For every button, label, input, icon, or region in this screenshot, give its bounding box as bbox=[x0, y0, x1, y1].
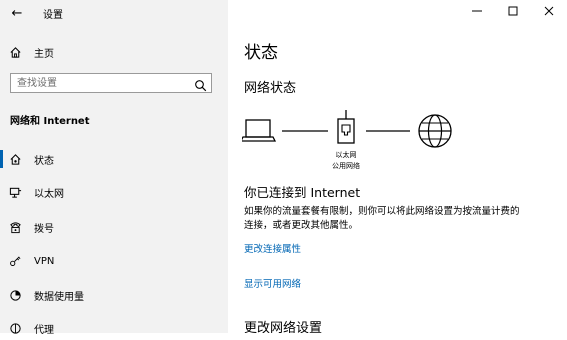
sidebar-item-label: 以太网 bbox=[34, 188, 64, 200]
connection-status-title: 你已连接到 Internet bbox=[244, 185, 361, 200]
home-network-icon bbox=[8, 152, 22, 166]
search-input[interactable] bbox=[17, 76, 187, 90]
network-diagram: 以太网 公用网络 bbox=[239, 110, 482, 180]
arrow-left-icon: ← bbox=[11, 5, 23, 21]
ethernet-adapter-icon bbox=[337, 110, 355, 144]
sidebar-item-home[interactable]: 主页 bbox=[0, 40, 228, 64]
sidebar-item-ethernet[interactable]: 以太网 bbox=[0, 180, 228, 204]
ethernet-icon bbox=[8, 185, 22, 199]
dialup-icon bbox=[8, 220, 22, 234]
description-line: 如果你的流量套餐有限制，则你可以将此网络设置为按流量计费的 bbox=[244, 206, 520, 217]
close-icon bbox=[544, 6, 554, 16]
maximize-button[interactable] bbox=[495, 0, 531, 22]
connection-description: 如果你的流量套餐有限制，则你可以将此网络设置为按流量计费的 连接，或者更改其他属… bbox=[244, 205, 544, 233]
change-network-settings-heading: 更改网络设置 bbox=[244, 321, 323, 333]
minimize-button[interactable] bbox=[459, 0, 495, 22]
main-panel: 状态 网络状态 以太网 公用网络 你已连接到 Internet 如果你的流量套餐… bbox=[228, 0, 567, 333]
vpn-icon bbox=[8, 254, 22, 268]
maximize-icon bbox=[508, 6, 518, 16]
sidebar-item-proxy[interactable]: 代理 bbox=[0, 316, 228, 340]
globe-icon bbox=[418, 114, 452, 148]
search-box[interactable] bbox=[10, 73, 212, 93]
sidebar-item-label: 代理 bbox=[34, 324, 54, 336]
sidebar-item-label: 拨号 bbox=[34, 223, 54, 235]
adapter-label: 以太网 bbox=[335, 151, 357, 159]
sidebar-item-dialup[interactable]: 拨号 bbox=[0, 215, 228, 239]
back-button[interactable]: ← bbox=[6, 2, 28, 24]
sidebar-item-label: VPN bbox=[34, 255, 55, 267]
sidebar-item-label: 数据使用量 bbox=[34, 291, 84, 303]
window-title: 设置 bbox=[43, 10, 63, 21]
sidebar-item-label: 状态 bbox=[34, 155, 54, 167]
page-title: 状态 bbox=[244, 43, 278, 63]
window-controls bbox=[459, 0, 567, 22]
search-icon[interactable] bbox=[194, 77, 207, 92]
home-icon bbox=[8, 45, 22, 59]
network-type-label: 公用网络 bbox=[332, 162, 360, 170]
minimize-icon bbox=[472, 10, 482, 12]
data-usage-icon bbox=[8, 288, 22, 302]
section-title: 网络和 Internet bbox=[10, 116, 90, 127]
sidebar-item-vpn[interactable]: VPN bbox=[0, 249, 228, 273]
show-available-networks-link[interactable]: 显示可用网络 bbox=[244, 276, 301, 290]
network-status-heading: 网络状态 bbox=[244, 81, 297, 96]
change-connection-properties-link[interactable]: 更改连接属性 bbox=[244, 241, 301, 255]
sidebar-item-data-usage[interactable]: 数据使用量 bbox=[0, 283, 228, 307]
sidebar-item-label: 主页 bbox=[34, 48, 54, 60]
sidebar: ← 设置 主页 网络和 Internet bbox=[0, 0, 228, 336]
sidebar-item-status[interactable]: 状态 bbox=[0, 147, 228, 171]
description-line: 连接，或者更改其他属性。 bbox=[244, 220, 359, 231]
settings-window: ← 设置 主页 网络和 Internet bbox=[0, 0, 567, 336]
pc-icon bbox=[239, 119, 277, 142]
close-button[interactable] bbox=[531, 0, 567, 22]
